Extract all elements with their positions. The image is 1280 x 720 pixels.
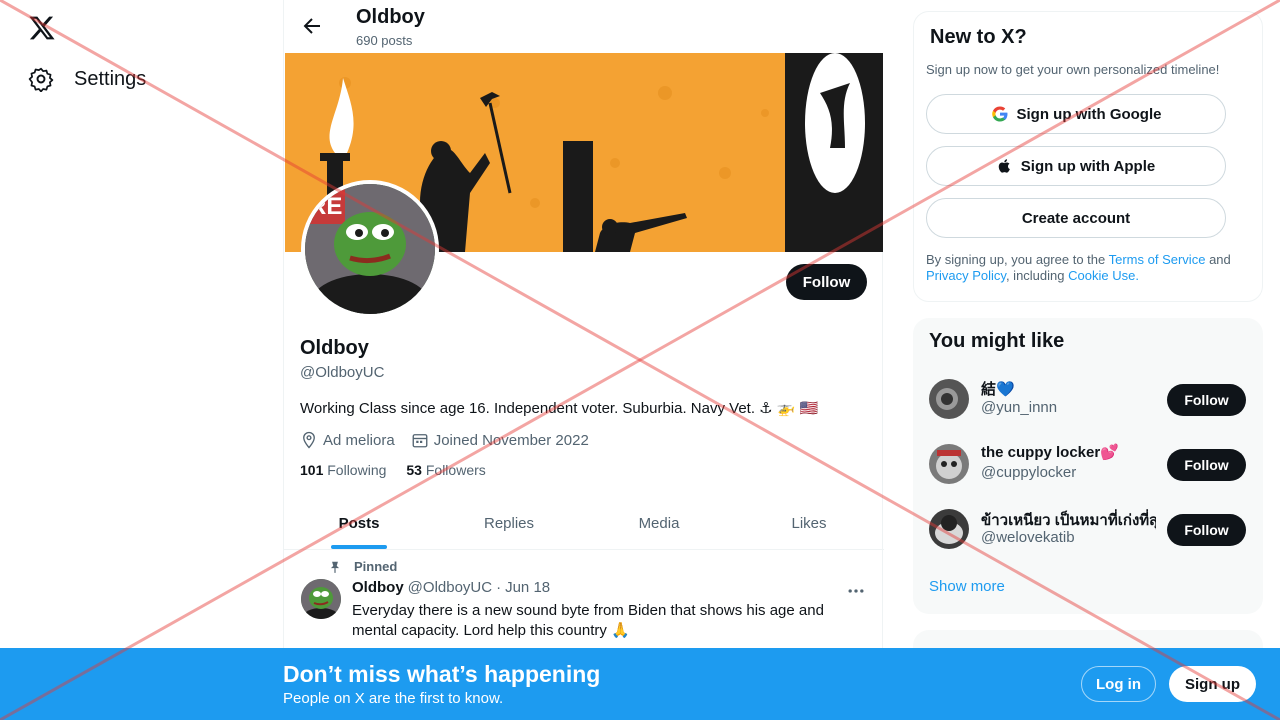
signup-google-button[interactable]: Sign up with Google — [926, 94, 1226, 134]
suggestion-avatar[interactable] — [929, 379, 969, 419]
suggestion-name[interactable]: the cuppy locker💕 — [981, 443, 1156, 461]
privacy-link[interactable]: Privacy Policy — [926, 268, 1006, 283]
profile-bio: Working Class since age 16. Independent … — [300, 400, 819, 417]
legal-and: and — [1209, 252, 1231, 267]
post-date[interactable]: Jun 18 — [505, 579, 550, 596]
profile-location: Ad meliora — [300, 431, 395, 449]
profile-tabs: Posts Replies Media Likes — [284, 497, 884, 550]
post-avatar-image — [301, 579, 341, 619]
signup-google-label: Sign up with Google — [1016, 105, 1162, 123]
joined-text: Joined November 2022 — [433, 431, 589, 449]
signup-card-title: New to X? — [930, 26, 1027, 48]
x-logo-icon[interactable] — [28, 14, 56, 42]
cookie-link[interactable]: Cookie Use. — [1068, 268, 1139, 283]
profile-avatar[interactable]: RE — [301, 180, 439, 318]
apple-icon — [998, 159, 1010, 173]
suggestion-item[interactable]: 結💙 @yun_innn Follow — [929, 375, 1249, 425]
tab-posts[interactable]: Posts — [284, 497, 434, 549]
post-avatar[interactable] — [301, 579, 341, 619]
suggestions-title: You might like — [929, 330, 1065, 352]
following-link[interactable]: 101 Following — [300, 462, 386, 478]
left-nav: Settings — [0, 0, 283, 720]
nav-settings[interactable]: Settings — [28, 66, 146, 92]
signup-card: New to X? Sign up now to get your own pe… — [913, 11, 1263, 302]
main-column: Oldboy 690 posts RE Follow Oldboy @Oldbo… — [283, 0, 884, 720]
login-button[interactable]: Log in — [1081, 666, 1156, 702]
profile-header-bar: Oldboy 690 posts — [284, 0, 884, 53]
post-handle[interactable]: @OldboyUC — [408, 579, 492, 596]
suggestion-avatar[interactable] — [929, 444, 969, 484]
signup-apple-label: Sign up with Apple — [1020, 157, 1156, 175]
suggestion-avatar[interactable] — [929, 509, 969, 549]
suggestion-handle: @yun_innn — [981, 399, 1058, 416]
location-text: Ad meliora — [323, 431, 395, 449]
tab-media[interactable]: Media — [584, 497, 734, 549]
suggestion-item[interactable]: ข้าวเหนียว เป็นหมาที่เก่งที่สุด @welovek… — [929, 505, 1249, 555]
signup-legal-text: By signing up, you agree to the Terms of… — [926, 252, 1246, 284]
suggestion-follow-button[interactable]: Follow — [1167, 384, 1246, 416]
suggestion-name[interactable]: 結💙 — [981, 378, 1156, 399]
location-pin-icon — [303, 431, 315, 449]
terms-link[interactable]: Terms of Service — [1109, 252, 1206, 267]
signup-banner-subtitle: People on X are the first to know. — [283, 690, 504, 707]
followers-label: Followers — [425, 462, 486, 478]
post-author[interactable]: Oldboy — [352, 579, 404, 596]
pinned-label: Pinned — [354, 559, 398, 574]
signup-button[interactable]: Sign up — [1169, 666, 1256, 702]
back-arrow-icon[interactable] — [300, 14, 324, 38]
profile-meta: Ad meliora Joined November 2022 — [300, 431, 589, 449]
profile-handle: @OldboyUC — [300, 364, 385, 381]
suggestion-handle: @welovekatib — [981, 529, 1075, 546]
more-options-icon[interactable] — [846, 581, 866, 601]
pepe-avatar-image: RE — [305, 184, 435, 314]
followers-link[interactable]: 53 Followers — [406, 462, 485, 478]
suggestion-item[interactable]: the cuppy locker💕 @cuppylocker Follow — [929, 440, 1249, 490]
signup-banner-title: Don’t miss what’s happening — [283, 661, 601, 687]
calendar-icon — [412, 434, 428, 448]
legal-including: , including — [1005, 268, 1065, 283]
post-separator: · — [496, 579, 502, 596]
following-label: Following — [327, 462, 387, 478]
avatar-image — [929, 509, 969, 549]
avatar-image — [929, 444, 969, 484]
show-more-link[interactable]: Show more — [929, 578, 1005, 595]
avatar-image — [929, 379, 969, 419]
post-header: Oldboy @OldboyUC · Jun 18 — [352, 579, 550, 596]
nav-settings-label: Settings — [74, 67, 147, 90]
header-post-count: 690 posts — [356, 33, 413, 48]
followers-count: 53 — [406, 462, 422, 478]
pinned-post[interactable]: Pinned Oldboy @OldboyUC · Jun 18 Everyda… — [284, 551, 884, 651]
follow-counts: 101 Following 53 Followers — [300, 462, 486, 478]
signup-apple-button[interactable]: Sign up with Apple — [926, 146, 1226, 186]
suggestion-follow-button[interactable]: Follow — [1167, 514, 1246, 546]
header-title: Oldboy — [356, 6, 425, 28]
pinned-indicator: Pinned — [328, 559, 397, 574]
profile-joined: Joined November 2022 — [411, 431, 589, 449]
who-to-follow-card: You might like 結💙 @yun_innn Follow the c… — [913, 318, 1263, 614]
create-account-button[interactable]: Create account — [926, 198, 1226, 238]
gear-icon — [28, 67, 54, 92]
profile-name: Oldboy — [300, 337, 369, 359]
follow-button[interactable]: Follow — [786, 264, 867, 300]
pin-icon — [330, 561, 340, 573]
suggestion-handle: @cuppylocker — [981, 464, 1077, 481]
following-count: 101 — [300, 462, 324, 478]
signup-card-subtitle: Sign up now to get your own personalized… — [926, 62, 1220, 77]
legal-prefix: By signing up, you agree to the — [926, 252, 1106, 267]
tab-replies[interactable]: Replies — [434, 497, 584, 549]
signup-banner: Don’t miss what’s happening People on X … — [0, 648, 1280, 720]
tab-likes[interactable]: Likes — [734, 497, 884, 549]
post-text: Everyday there is a new sound byte from … — [352, 602, 824, 639]
google-icon — [991, 106, 1007, 122]
suggestion-follow-button[interactable]: Follow — [1167, 449, 1246, 481]
